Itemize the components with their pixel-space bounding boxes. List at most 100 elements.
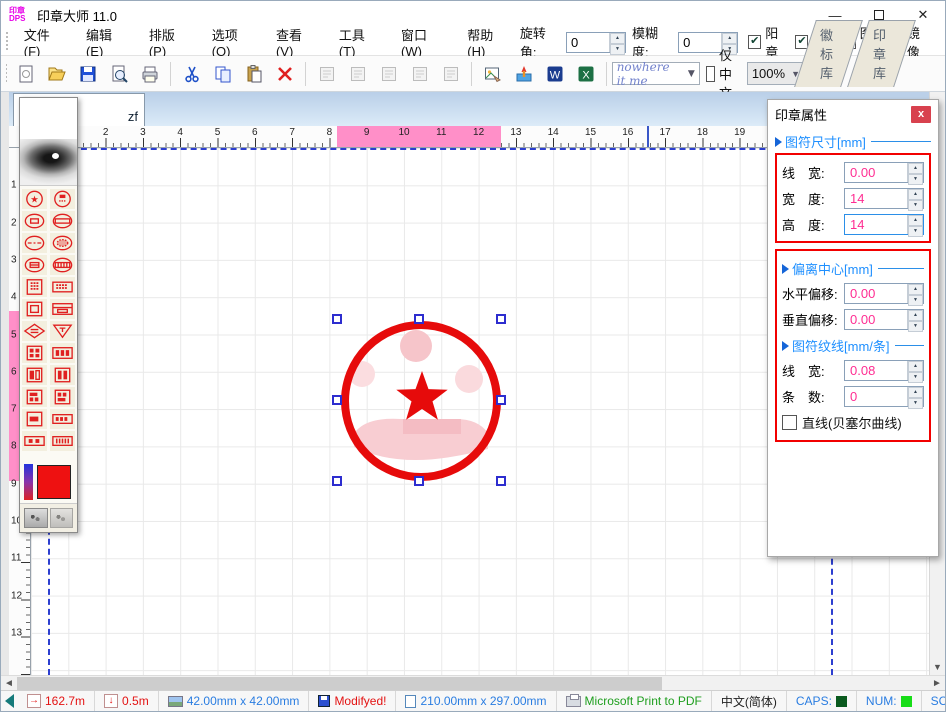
property-spinner[interactable]: ▲▼: [907, 215, 923, 234]
export-image-button[interactable]: [478, 60, 507, 87]
h-ruler-number: 19: [734, 127, 745, 138]
property-spinner[interactable]: ▲▼: [907, 387, 923, 406]
scroll-left-icon[interactable]: ◄: [1, 676, 17, 691]
palette-rect-3cell-button[interactable]: [50, 409, 75, 429]
align-disabled-1-icon: [317, 64, 337, 84]
property-spinner[interactable]: ▲▼: [907, 361, 923, 380]
palette-rect-2cell-small-button[interactable]: [22, 431, 47, 451]
align-disabled-2-button[interactable]: [343, 60, 372, 87]
palette-rect-cell-button[interactable]: [50, 343, 75, 363]
property-input[interactable]: [845, 189, 907, 208]
toolbar-grip[interactable]: [4, 64, 7, 84]
seal-star: [396, 371, 447, 420]
property-input[interactable]: [845, 163, 907, 182]
palette-rect-dots-button[interactable]: [50, 277, 75, 297]
open-file-button[interactable]: [42, 60, 71, 87]
palette-ellipse-bar2-button[interactable]: [22, 255, 47, 275]
property-input[interactable]: [845, 310, 907, 329]
property-input[interactable]: [845, 284, 907, 303]
property-spinner[interactable]: ▲▼: [907, 189, 923, 208]
property-input[interactable]: [845, 361, 907, 380]
status-prev-icon[interactable]: [5, 694, 14, 708]
cut-button[interactable]: [177, 60, 206, 87]
palette-rect-top-cells-button[interactable]: [50, 387, 75, 407]
palette-rect-frame-button[interactable]: [50, 299, 75, 319]
palette-square-2cell-button[interactable]: [22, 365, 47, 385]
horizontal-scrollbar[interactable]: ◄ ►: [1, 675, 945, 690]
selection-handle[interactable]: [332, 314, 342, 324]
palette-square-dots-button[interactable]: [22, 277, 47, 297]
rect-2cell-small-icon: [22, 431, 47, 451]
rotate-input[interactable]: [567, 33, 609, 52]
align-disabled-5-button[interactable]: [436, 60, 465, 87]
palette-triangle-down-button[interactable]: [50, 321, 75, 341]
save-button[interactable]: [73, 60, 102, 87]
palette-rect-striped-button[interactable]: [50, 431, 75, 451]
selection-handle[interactable]: [496, 476, 506, 486]
print-button[interactable]: [135, 60, 164, 87]
font-selector[interactable]: nowhere it me ▼: [612, 62, 700, 85]
color-swatch[interactable]: [37, 465, 71, 499]
palette-ellipse-stripe-button[interactable]: [50, 255, 75, 275]
panel-close-button[interactable]: x: [911, 106, 931, 123]
palette-ellipse-widebar-button[interactable]: [50, 211, 75, 231]
property-spinner[interactable]: ▲▼: [907, 310, 923, 329]
square-dots-icon: [22, 277, 47, 297]
export-excel-button[interactable]: X: [571, 60, 600, 87]
property-input[interactable]: [845, 215, 907, 234]
property-spinner[interactable]: ▲▼: [907, 284, 923, 303]
scroll-down-icon[interactable]: ▼: [930, 659, 945, 675]
property-spinner[interactable]: ▲▼: [907, 163, 923, 182]
gradient-bar[interactable]: [24, 464, 33, 500]
rotate-spinner[interactable]: ▲▼: [609, 33, 625, 52]
h-ruler-number: 11: [436, 127, 446, 138]
selection-handle[interactable]: [496, 395, 506, 405]
align-disabled-4-button[interactable]: [405, 60, 434, 87]
h-ruler-number: 6: [252, 127, 258, 138]
v-ruler-number: 9: [11, 478, 17, 489]
status-item: NUM:: [857, 691, 922, 711]
scroll-right-icon[interactable]: ►: [929, 676, 945, 691]
bezier-line-checkbox[interactable]: 直线(贝塞尔曲线): [782, 413, 924, 432]
selection-handle[interactable]: [414, 314, 424, 324]
printer-icon: [566, 696, 581, 707]
palette-square-top-2cell-button[interactable]: [22, 387, 47, 407]
selection-handle[interactable]: [332, 395, 342, 405]
property-field: ▲▼: [844, 283, 924, 304]
new-document-button[interactable]: [11, 60, 40, 87]
copy-button[interactable]: [208, 60, 237, 87]
menubar-grip[interactable]: [4, 32, 10, 52]
palette-square-hbar-button[interactable]: [22, 409, 47, 429]
palette-ellipse-dashdot-button[interactable]: [22, 233, 47, 253]
palette-circle-emblem-button[interactable]: [50, 189, 75, 209]
ellipse-stripe-icon: [50, 255, 75, 275]
status-item: CAPS:: [787, 691, 857, 711]
palette-square-4cell-button[interactable]: [22, 343, 47, 363]
align-disabled-1-button[interactable]: [312, 60, 341, 87]
palette-rect-2bar-button[interactable]: [50, 365, 75, 385]
print-preview-button[interactable]: [104, 60, 133, 87]
export-word-button[interactable]: W: [540, 60, 569, 87]
seal-graphic[interactable]: [331, 309, 521, 495]
selection-handle[interactable]: [496, 314, 506, 324]
palette-square-frame-button[interactable]: [22, 299, 47, 319]
palette-ellipse-dotted-button[interactable]: [50, 233, 75, 253]
stamp-photo-icon[interactable]: [50, 508, 74, 528]
selection-handle[interactable]: [414, 476, 424, 486]
v-ruler-number: 6: [11, 366, 17, 377]
document-tab-label: zf: [128, 109, 138, 124]
insert-symbol-button[interactable]: [509, 60, 538, 87]
stamp-transfer-icon[interactable]: [24, 508, 48, 528]
horizontal-scroll-thumb[interactable]: [17, 677, 662, 690]
property-input[interactable]: [845, 387, 907, 406]
status-item: SCRL:: [922, 691, 946, 711]
circle-emblem-icon: [50, 189, 75, 209]
paste-button[interactable]: [239, 60, 268, 87]
delete-button[interactable]: [270, 60, 299, 87]
palette-circle-star-button[interactable]: ★: [22, 189, 47, 209]
align-disabled-3-button[interactable]: [374, 60, 403, 87]
h-ruler-number: 5: [215, 127, 221, 138]
palette-ellipse-bar-button[interactable]: [22, 211, 47, 231]
palette-diamond-button[interactable]: [22, 321, 47, 341]
selection-handle[interactable]: [332, 476, 342, 486]
